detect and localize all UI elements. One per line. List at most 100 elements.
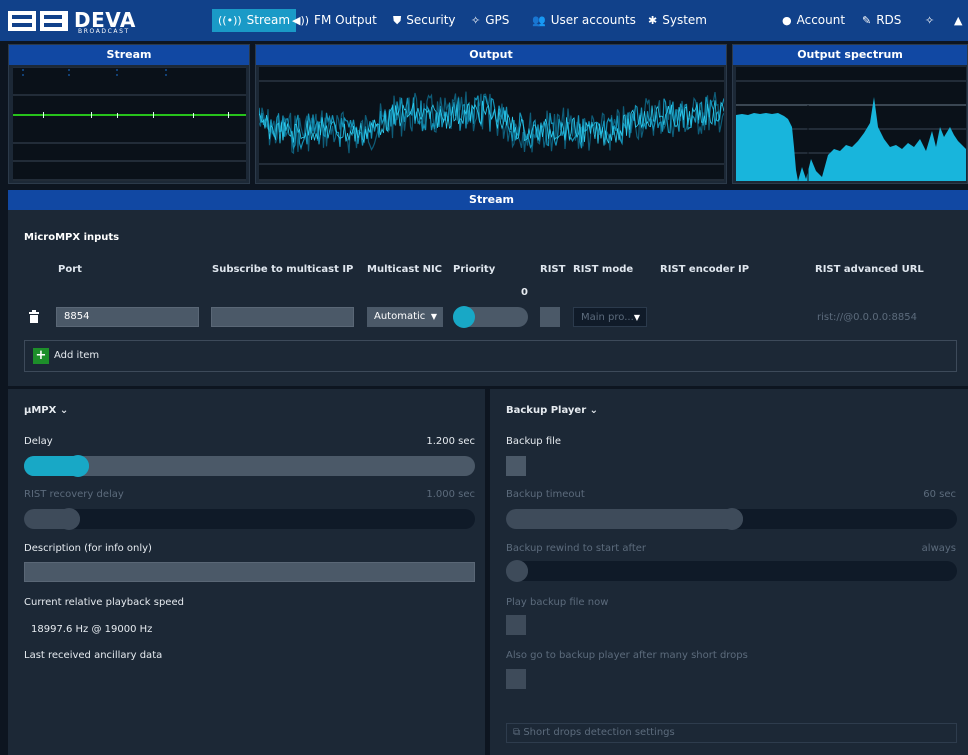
backup-player-title[interactable]: Backup Player ⌄ xyxy=(506,405,598,416)
rist-mode-value: Main pro... xyxy=(581,312,634,323)
shield-icon: ⛊ xyxy=(393,14,402,27)
chevron-down-icon: ▼ xyxy=(633,313,640,322)
spectrum-display xyxy=(736,67,966,181)
rist-recovery-slider-knob[interactable] xyxy=(58,508,80,530)
playback-speed-value: 18997.6 Hz @ 19000 Hz xyxy=(31,624,153,635)
deva-logo[interactable]: DEVA BROADCAST xyxy=(8,8,148,35)
top-navigation-bar: DEVA BROADCAST ((•)) Stream ◀)) FM Output … xyxy=(0,0,968,41)
delay-slider[interactable] xyxy=(24,455,475,477)
nav-fm-output[interactable]: ◀)) FM Output xyxy=(292,9,377,32)
spectrum-panel: Output spectrum xyxy=(732,44,968,184)
backup-rewind-slider[interactable] xyxy=(506,560,957,582)
output-waveform xyxy=(258,80,725,181)
user-icon: ● xyxy=(782,14,792,27)
nav-user-accounts-label: User accounts xyxy=(550,13,636,27)
also-go-backup-label: Also go to backup player after many shor… xyxy=(506,650,748,661)
stream-section-header: Stream xyxy=(8,190,968,210)
column-nic: Multicast NIC xyxy=(367,264,443,275)
output-scope xyxy=(258,67,725,181)
backup-timeout-slider-knob[interactable] xyxy=(721,508,743,530)
brand-sub: BROADCAST xyxy=(78,28,130,35)
nav-account-label: Account xyxy=(796,13,846,27)
multicast-nic-value: Automatic xyxy=(374,311,426,322)
external-link-icon: ⧉ xyxy=(513,727,521,738)
add-item-label[interactable]: Add item xyxy=(54,350,99,361)
priority-slider-knob[interactable] xyxy=(453,306,475,328)
gear-icon: ✱ xyxy=(648,14,658,27)
spectrum-graph xyxy=(736,80,966,181)
playback-speed-label: Current relative playback speed xyxy=(24,597,184,608)
trash-icon xyxy=(29,310,39,323)
column-rist-advanced-url: RIST advanced URL xyxy=(815,264,924,275)
description-label: Description (for info only) xyxy=(24,543,152,554)
column-rist: RIST xyxy=(540,264,566,275)
column-port: Port xyxy=(58,264,82,275)
plus-icon: + xyxy=(35,348,47,363)
rist-advanced-url-value: rist://@0.0.0.0:8854 xyxy=(817,312,917,323)
column-rist-mode: RIST mode xyxy=(573,264,634,275)
nav-account[interactable]: ● Account xyxy=(782,9,845,32)
column-subscribe: Subscribe to multicast IP xyxy=(212,264,354,275)
nav-gps-label: GPS xyxy=(485,13,510,27)
chevron-down-icon: ⌄ xyxy=(59,405,69,416)
rist-checkbox[interactable] xyxy=(540,307,560,327)
chevron-down-icon: ⌄ xyxy=(589,405,599,416)
backup-rewind-label: Backup rewind to start after xyxy=(506,543,647,554)
nav-user-accounts[interactable]: 👥 User accounts xyxy=(532,9,636,32)
description-input[interactable] xyxy=(24,562,475,582)
nav-security[interactable]: ⛊ Security xyxy=(393,9,456,32)
speaker-icon: ◀)) xyxy=(292,14,310,27)
priority-slider[interactable] xyxy=(453,306,528,328)
nav-alert[interactable]: ▲ xyxy=(954,9,967,32)
users-icon: 👥 xyxy=(532,14,546,27)
rist-recovery-label: RIST recovery delay xyxy=(24,489,124,500)
backup-timeout-slider-fill xyxy=(506,509,743,529)
nav-satellite[interactable]: ✧ xyxy=(925,9,939,32)
backup-timeout-slider[interactable] xyxy=(506,508,957,530)
priority-value: 0 xyxy=(521,287,528,298)
stream-scope xyxy=(13,66,246,181)
nav-gps[interactable]: ✧ GPS xyxy=(471,9,509,32)
nav-security-label: Security xyxy=(406,13,456,27)
short-drops-settings-button[interactable]: ⧉ Short drops detection settings xyxy=(506,723,957,743)
output-scope-panel: Output xyxy=(255,44,727,184)
multicast-ip-input[interactable] xyxy=(211,307,354,327)
nav-stream[interactable]: ((•)) Stream xyxy=(212,9,297,32)
multicast-nic-select[interactable]: Automatic ▼ xyxy=(367,307,443,327)
backup-player-title-text: Backup Player xyxy=(506,405,587,416)
chevron-down-icon: ▼ xyxy=(430,312,437,321)
play-backup-now-checkbox[interactable] xyxy=(506,615,526,635)
stream-scope-panel: Stream xyxy=(8,44,250,184)
nav-fm-output-label: FM Output xyxy=(314,13,377,27)
add-button[interactable]: + xyxy=(33,348,49,364)
stream-scope-graph xyxy=(13,66,246,181)
port-input[interactable]: 8854 xyxy=(56,307,199,327)
spectrum-title: Output spectrum xyxy=(733,45,967,65)
edit-icon: ✎ xyxy=(862,14,872,27)
nav-stream-label: Stream xyxy=(246,13,291,27)
satellite-dish-icon: ✧ xyxy=(925,14,935,27)
delay-slider-knob[interactable] xyxy=(67,455,89,477)
column-rist-encoder-ip: RIST encoder IP xyxy=(660,264,750,275)
ancillary-data-label: Last received ancillary data xyxy=(24,650,163,661)
stream-scope-title: Stream xyxy=(9,45,249,65)
delay-value: 1.200 sec xyxy=(426,436,475,447)
delete-row-button[interactable] xyxy=(28,310,40,324)
rist-mode-select[interactable]: Main pro... ▼ xyxy=(573,307,647,327)
rist-recovery-value: 1.000 sec xyxy=(426,489,475,500)
also-go-backup-checkbox[interactable] xyxy=(506,669,526,689)
delay-label: Delay xyxy=(24,436,53,447)
logo-mark xyxy=(8,11,68,31)
short-drops-settings-label: Short drops detection settings xyxy=(523,727,675,738)
rist-recovery-slider[interactable] xyxy=(24,508,475,530)
backup-file-select[interactable] xyxy=(506,456,526,476)
nav-rds[interactable]: ✎ RDS xyxy=(862,9,901,32)
backup-rewind-slider-knob[interactable] xyxy=(506,560,528,582)
play-backup-now-label: Play backup file now xyxy=(506,597,609,608)
output-scope-title: Output xyxy=(256,45,726,65)
nav-system-label: System xyxy=(662,13,707,27)
umpx-title[interactable]: µMPX ⌄ xyxy=(24,405,68,416)
nav-system[interactable]: ✱ System xyxy=(648,9,707,32)
micrompx-inputs-title: MicroMPX inputs xyxy=(24,232,120,243)
umpx-title-text: µMPX xyxy=(24,405,57,416)
